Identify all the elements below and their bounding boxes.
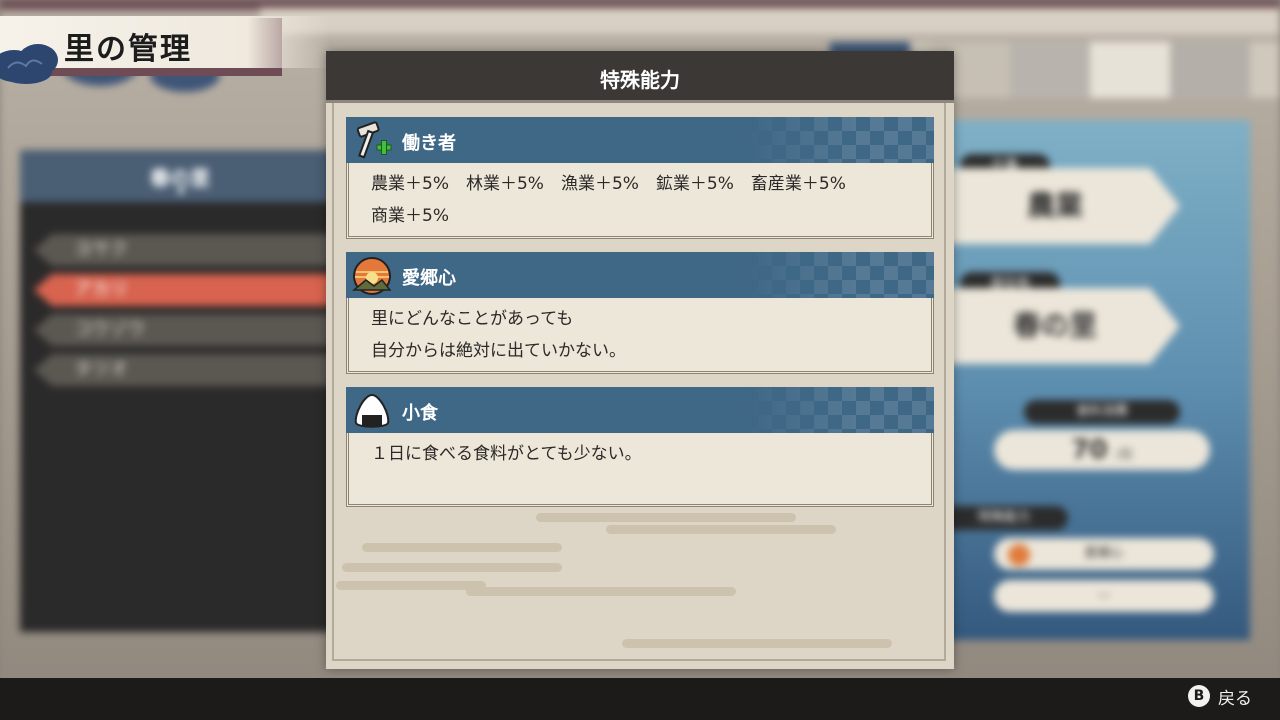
b-button-icon[interactable]: B bbox=[1188, 685, 1210, 707]
ability-description: 農業＋5% 林業＋5% 漁業＋5% 鉱業＋5% 畜産業＋5% 商業＋5% bbox=[346, 163, 934, 239]
character-row-tatsuo[interactable]: タツオ bbox=[34, 354, 340, 386]
checker-pattern bbox=[744, 387, 934, 433]
special-ability-dialog: 特殊能力 働き者 農業＋5% 林業＋5% 漁業＋5% 鉱業＋5% 畜産業＋5% … bbox=[326, 51, 954, 669]
cloud-pattern bbox=[362, 543, 562, 552]
character-row-kouzou[interactable]: コウゾウ bbox=[34, 314, 340, 346]
cloud-pattern bbox=[606, 525, 836, 534]
strip-tile bbox=[1170, 42, 1250, 98]
ability-description: １日に食べる食料がとても少ない。 bbox=[346, 433, 934, 507]
ability-description: 里にどんなことがあっても 自分からは絶対に出ていかない。 bbox=[346, 298, 934, 374]
dialog-title: 特殊能力 bbox=[600, 68, 680, 92]
strip-tile bbox=[1090, 42, 1170, 98]
page-indicator bbox=[178, 188, 184, 194]
sunset-mountain-icon bbox=[352, 257, 392, 295]
ability-name: 小食 bbox=[402, 403, 438, 424]
checker-pattern bbox=[744, 117, 934, 163]
village-name: 春の里 bbox=[150, 166, 210, 190]
food-consumption: 70 /日 bbox=[994, 430, 1210, 470]
ability-description-line: 商業＋5% bbox=[371, 206, 449, 226]
cloud-pattern bbox=[536, 513, 796, 522]
character-list-header: 春の里 bbox=[20, 150, 340, 202]
footer-bar bbox=[0, 678, 1280, 720]
cloud-icon bbox=[0, 44, 58, 84]
character-row-akari[interactable]: アカリ bbox=[34, 274, 340, 306]
food-label: 食料消費 bbox=[1024, 400, 1180, 424]
ability-card-small-eater: 小食 １日に食べる食料がとても少ない。 bbox=[346, 387, 934, 509]
cloud-pattern bbox=[466, 587, 736, 596]
ability-header: 愛郷心 bbox=[346, 252, 934, 298]
ability-card-hardworker: 働き者 農業＋5% 林業＋5% 漁業＋5% 鉱業＋5% 畜産業＋5% 商業＋5% bbox=[346, 117, 934, 239]
cloud-pattern bbox=[336, 581, 486, 590]
hammer-plus-icon bbox=[356, 121, 392, 159]
strip-tile bbox=[1010, 42, 1090, 98]
ability-description-line: 自分からは絶対に出ていかない。 bbox=[371, 341, 626, 361]
ability-description-line: 農業＋5% 林業＋5% 漁業＋5% 鉱業＋5% 畜産業＋5% bbox=[371, 174, 846, 194]
ability-slot-1[interactable]: 愛郷心 bbox=[994, 538, 1214, 570]
ability-slot-2[interactable]: — bbox=[994, 580, 1214, 612]
page-title: 里の管理 bbox=[64, 32, 192, 67]
ability-label: 特殊能力 bbox=[940, 506, 1068, 530]
character-list-panel: 春の里 ヨサク アカリ コウゾウ タツオ bbox=[20, 150, 340, 632]
onigiri-icon bbox=[354, 393, 390, 428]
ability-name: 愛郷心 bbox=[402, 268, 456, 289]
food-unit: /日 bbox=[1116, 447, 1133, 461]
back-button-label[interactable]: 戻る bbox=[1218, 684, 1252, 709]
cloud-pattern bbox=[342, 563, 562, 572]
home-value: 春の里 bbox=[930, 288, 1180, 364]
ability-card-homeland-love: 愛郷心 里にどんなことがあっても 自分からは絶対に出ていかない。 bbox=[346, 252, 934, 374]
checker-pattern bbox=[744, 252, 934, 298]
food-value: 70 bbox=[1071, 435, 1108, 465]
ability-header: 小食 bbox=[346, 387, 934, 433]
cloud-pattern bbox=[622, 639, 892, 648]
sunset-mountain-icon bbox=[1008, 544, 1030, 566]
ability-slot-1-label: 愛郷心 bbox=[1084, 546, 1124, 561]
dialog-header: 特殊能力 bbox=[326, 51, 954, 103]
top-strip bbox=[260, 8, 1280, 34]
job-value: 農業 bbox=[930, 168, 1180, 244]
character-row-yosaku[interactable]: ヨサク bbox=[34, 234, 340, 266]
ability-name: 働き者 bbox=[402, 133, 456, 154]
ability-header: 働き者 bbox=[346, 117, 934, 163]
ability-description-line: １日に食べる食料がとても少ない。 bbox=[371, 444, 642, 464]
ability-description-line: 里にどんなことがあっても bbox=[371, 309, 574, 329]
